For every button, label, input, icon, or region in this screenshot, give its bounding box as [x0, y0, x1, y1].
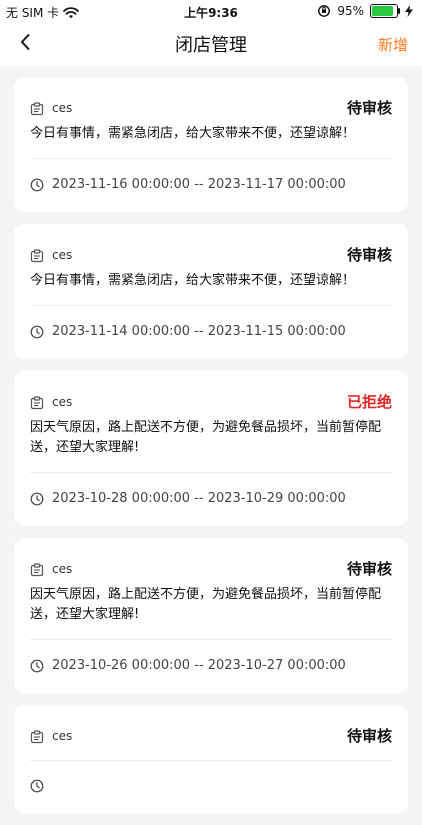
clipboard-icon	[30, 248, 44, 262]
orientation-lock-icon	[317, 4, 331, 18]
battery-percent: 95%	[337, 4, 364, 18]
closure-card[interactable]: ces 待审核 因天气原因，路上配送不方便，为避免餐品损坏，当前暂停配送，还望大…	[14, 538, 408, 693]
closure-card[interactable]: ces 待审核 今日有事情，需紧急闭店，给大家带来不便，还望谅解！ 2023-1…	[14, 224, 408, 359]
shop-info: ces	[30, 248, 72, 262]
time-range	[30, 761, 392, 813]
status-bar: 无 SIM 卡 上午9:36 95%	[0, 0, 422, 22]
shop-info: ces	[30, 562, 72, 576]
closure-card[interactable]: ces 已拒绝 因天气原因，路上配送不方便，为避免餐品损坏，当前暂停配送，还望大…	[14, 371, 408, 526]
time-range: 2023-10-28 00:00:00 -- 2023-10-29 00:00:…	[30, 473, 392, 526]
page-title: 闭店管理	[175, 35, 247, 56]
closure-reason: 因天气原因，路上配送不方便，为避免餐品损坏，当前暂停配送，还望大家理解!	[30, 420, 382, 455]
card-header: ces 已拒绝	[30, 371, 392, 412]
shop-info: ces	[30, 395, 72, 409]
card-header: ces 待审核	[30, 705, 392, 746]
clock-icon	[30, 779, 44, 793]
back-button[interactable]	[10, 22, 40, 66]
closure-card[interactable]: ces 待审核	[14, 705, 408, 813]
card-header: ces 待审核	[30, 538, 392, 579]
charging-icon	[404, 5, 414, 17]
clock-icon	[30, 659, 44, 673]
clock-icon	[30, 325, 44, 339]
closure-record-list: ces 待审核 今日有事情，需紧急闭店，给大家带来不便，还望谅解！ 2023-1…	[14, 77, 408, 825]
chevron-left-icon	[19, 33, 31, 55]
status-right: 95%	[317, 4, 414, 18]
time-range: 2023-11-16 00:00:00 -- 2023-11-17 00:00:…	[30, 159, 392, 212]
time-range-text: 2023-10-26 00:00:00 -- 2023-10-27 00:00:…	[52, 658, 346, 673]
battery-level	[372, 6, 393, 16]
time-range: 2023-11-14 00:00:00 -- 2023-11-15 00:00:…	[30, 306, 392, 359]
shop-info: ces	[30, 729, 72, 743]
status-badge: 待审核	[346, 560, 392, 578]
shop-info: ces	[30, 101, 72, 115]
time-range-text: 2023-11-14 00:00:00 -- 2023-11-15 00:00:…	[52, 324, 346, 339]
status-badge: 已拒绝	[346, 393, 392, 411]
clipboard-icon	[30, 395, 44, 409]
shop-name: ces	[52, 561, 73, 576]
closure-reason: 今日有事情，需紧急闭店，给大家带来不便，还望谅解！	[30, 273, 356, 288]
card-header: ces 待审核	[30, 77, 392, 118]
status-badge: 待审核	[346, 246, 392, 264]
shop-name: ces	[52, 247, 73, 262]
clock-icon	[30, 178, 44, 192]
clipboard-icon	[30, 729, 44, 743]
closure-card[interactable]: ces 待审核 今日有事情，需紧急闭店，给大家带来不便，还望谅解！ 2023-1…	[14, 77, 408, 212]
clipboard-icon	[30, 562, 44, 576]
clipboard-icon	[30, 101, 44, 115]
closure-reason: 今日有事情，需紧急闭店，给大家带来不便，还望谅解！	[30, 126, 356, 141]
card-header: ces 待审核	[30, 224, 392, 265]
nav-bar: 闭店管理 新增	[0, 22, 422, 66]
closure-reason: 因天气原因，路上配送不方便，为避免餐品损坏，当前暂停配送，还望大家理解!	[30, 587, 382, 622]
shop-name: ces	[52, 394, 73, 409]
time-range: 2023-10-26 00:00:00 -- 2023-10-27 00:00:…	[30, 640, 392, 693]
add-button[interactable]: 新增	[378, 22, 408, 66]
clock-icon	[30, 492, 44, 506]
time-range-text: 2023-10-28 00:00:00 -- 2023-10-29 00:00:…	[52, 491, 346, 506]
time-range-text: 2023-11-16 00:00:00 -- 2023-11-17 00:00:…	[52, 177, 346, 192]
status-badge: 待审核	[346, 99, 392, 117]
shop-name: ces	[52, 100, 73, 115]
shop-name: ces	[52, 728, 73, 743]
status-badge: 待审核	[346, 727, 392, 745]
battery-icon	[370, 4, 400, 18]
